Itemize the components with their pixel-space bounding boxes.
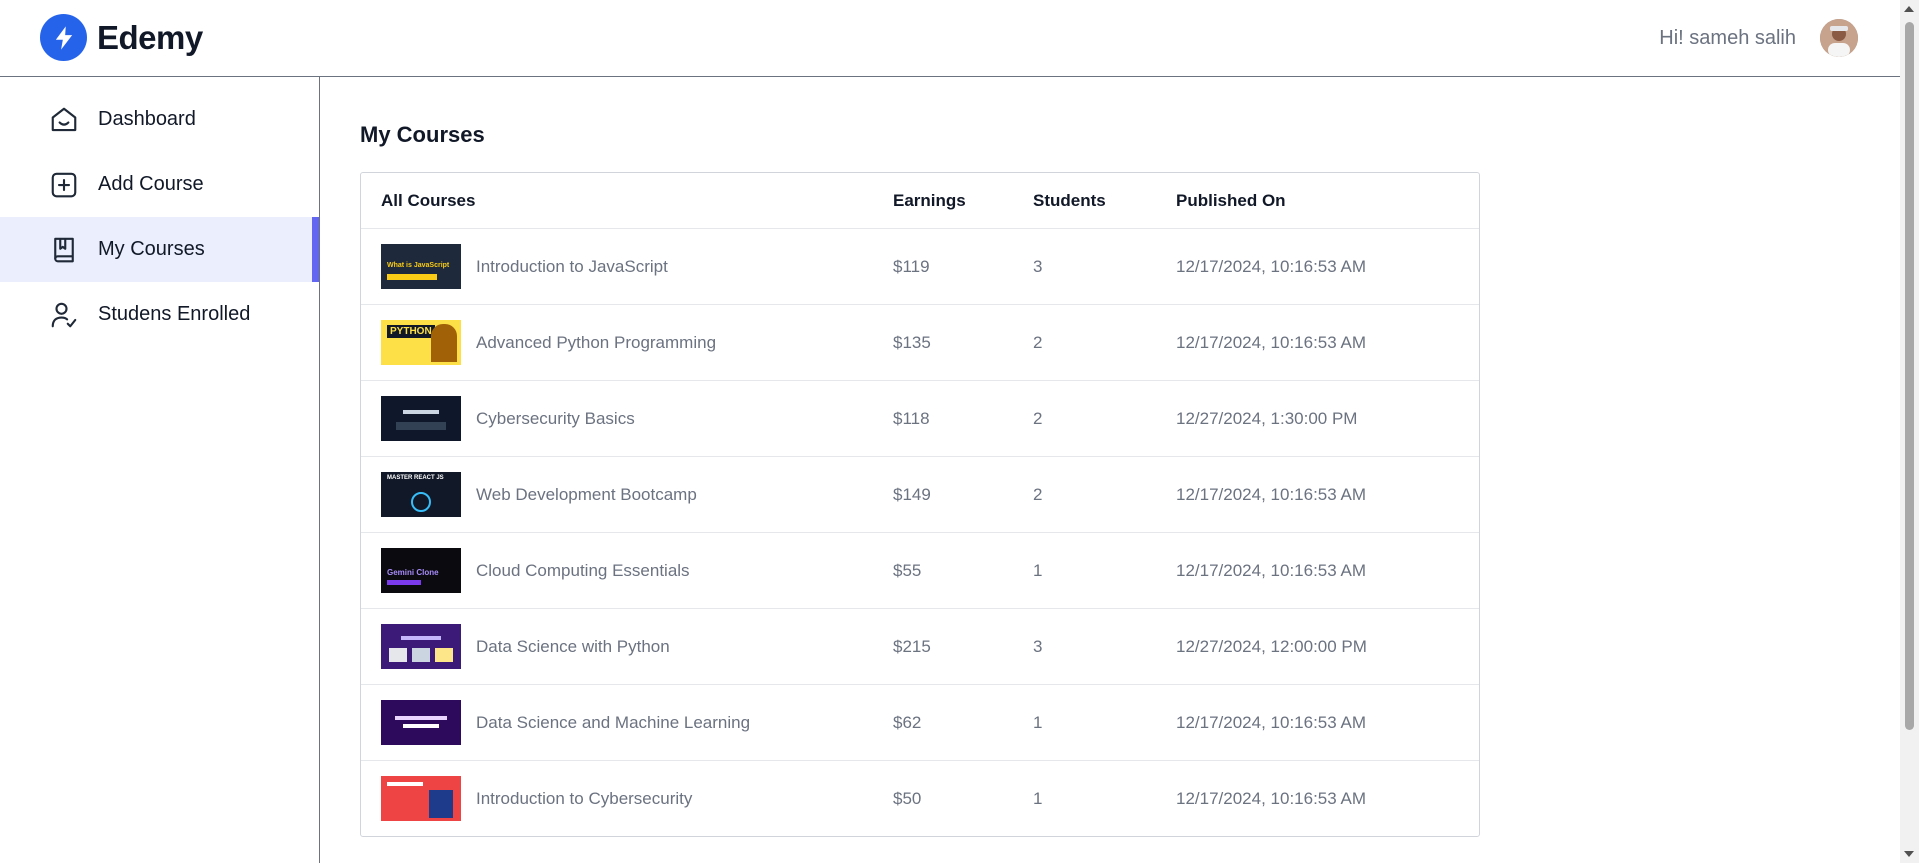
sidebar-item-label: Dashboard (98, 108, 196, 130)
thumbnail-label: Gemini Clone (387, 568, 439, 577)
page-title: My Courses (360, 122, 485, 147)
column-header-students: Students (1033, 190, 1106, 210)
course-published: 12/27/2024, 1:30:00 PM (1176, 408, 1358, 428)
course-earnings: $55 (893, 560, 922, 580)
user-greeting: Hi! sameh salih (1659, 27, 1796, 49)
course-students: 2 (1033, 408, 1043, 428)
course-thumbnail: Gemini Clone (381, 548, 461, 593)
course-earnings: $50 (893, 788, 922, 808)
table-row[interactable]: Introduction to Cybersecurity $50 1 12/1… (361, 760, 1479, 836)
brand-name: Edemy (97, 18, 203, 56)
column-header-earnings: Earnings (893, 190, 966, 210)
scroll-thumb[interactable] (1905, 22, 1914, 730)
course-published: 12/17/2024, 10:16:53 AM (1176, 712, 1366, 732)
course-thumbnail (381, 624, 461, 669)
courses-table: All Courses Earnings Students Published … (360, 172, 1480, 837)
sidebar: Dashboard Add Course My Courses Studens … (0, 77, 320, 863)
page-scrollbar[interactable] (1900, 0, 1919, 863)
course-published: 12/27/2024, 12:00:00 PM (1176, 636, 1367, 656)
course-title: Introduction to JavaScript (476, 256, 668, 276)
course-title: Data Science and Machine Learning (476, 712, 751, 732)
course-students: 1 (1033, 560, 1043, 580)
home-icon (48, 104, 80, 136)
course-thumbnail (381, 396, 461, 441)
thumbnail-label: MASTER REACT JS (387, 475, 444, 481)
course-students: 3 (1033, 636, 1043, 656)
course-students: 2 (1033, 484, 1043, 504)
thumbnail-label: PYTHON (387, 325, 435, 338)
course-title: Cloud Computing Essentials (476, 560, 690, 580)
course-students: 3 (1033, 256, 1043, 276)
course-thumbnail (381, 776, 461, 821)
sidebar-item-my-courses[interactable]: My Courses (0, 217, 319, 282)
table-row[interactable]: Data Science and Machine Learning $62 1 … (361, 684, 1479, 760)
lightning-icon (40, 14, 87, 61)
course-students: 2 (1033, 332, 1043, 352)
column-header-courses: All Courses (381, 190, 476, 210)
scroll-up-arrow-icon[interactable] (1904, 6, 1914, 12)
course-students: 1 (1033, 712, 1043, 732)
sidebar-item-add-course[interactable]: Add Course (0, 152, 319, 217)
plus-square-icon (48, 169, 80, 201)
table-row[interactable]: Data Science with Python $215 3 12/27/20… (361, 608, 1479, 684)
sidebar-item-label: My Courses (98, 238, 205, 260)
course-title: Advanced Python Programming (476, 332, 717, 352)
top-header: Edemy Hi! sameh salih (0, 0, 1900, 77)
table-row[interactable]: Gemini Clone Cloud Computing Essentials … (361, 532, 1479, 608)
course-earnings: $118 (893, 408, 930, 428)
table-header: All Courses Earnings Students Published … (361, 173, 1479, 228)
course-earnings: $119 (893, 256, 930, 276)
course-thumbnail: PYTHON (381, 320, 461, 365)
course-title: Introduction to Cybersecurity (476, 788, 693, 808)
course-published: 12/17/2024, 10:16:53 AM (1176, 256, 1366, 276)
course-title: Web Development Bootcamp (476, 484, 697, 504)
course-title: Cybersecurity Basics (476, 408, 635, 428)
column-header-published: Published On (1176, 190, 1286, 210)
brand-logo[interactable]: Edemy (40, 14, 203, 61)
course-thumbnail: MASTER REACT JS (381, 472, 461, 517)
course-published: 12/17/2024, 10:16:53 AM (1176, 332, 1366, 352)
course-thumbnail (381, 700, 461, 745)
course-published: 12/17/2024, 10:16:53 AM (1176, 560, 1366, 580)
course-earnings: $135 (893, 332, 931, 352)
thumbnail-label: What is JavaScript (387, 262, 450, 269)
course-published: 12/17/2024, 10:16:53 AM (1176, 788, 1366, 808)
table-row[interactable]: What is JavaScript Introduction to JavaS… (361, 228, 1479, 304)
table-row[interactable]: MASTER REACT JS Web Development Bootcamp… (361, 456, 1479, 532)
sidebar-item-label: Add Course (98, 173, 204, 195)
table-row[interactable]: PYTHON Advanced Python Programming $135 … (361, 304, 1479, 380)
course-published: 12/17/2024, 10:16:53 AM (1176, 484, 1366, 504)
table-row[interactable]: Cybersecurity Basics $118 2 12/27/2024, … (361, 380, 1479, 456)
course-title: Data Science with Python (476, 636, 670, 656)
user-check-icon (48, 299, 80, 331)
sidebar-item-dashboard[interactable]: Dashboard (0, 87, 319, 152)
scroll-down-arrow-icon[interactable] (1904, 851, 1914, 857)
course-earnings: $62 (893, 712, 922, 732)
avatar[interactable] (1820, 19, 1858, 57)
course-earnings: $215 (893, 636, 931, 656)
course-students: 1 (1033, 788, 1043, 808)
sidebar-item-label: Studens Enrolled (98, 303, 251, 325)
book-icon (48, 234, 80, 266)
sidebar-item-students-enrolled[interactable]: Studens Enrolled (0, 282, 319, 347)
course-earnings: $149 (893, 484, 931, 504)
course-thumbnail: What is JavaScript (381, 244, 461, 289)
